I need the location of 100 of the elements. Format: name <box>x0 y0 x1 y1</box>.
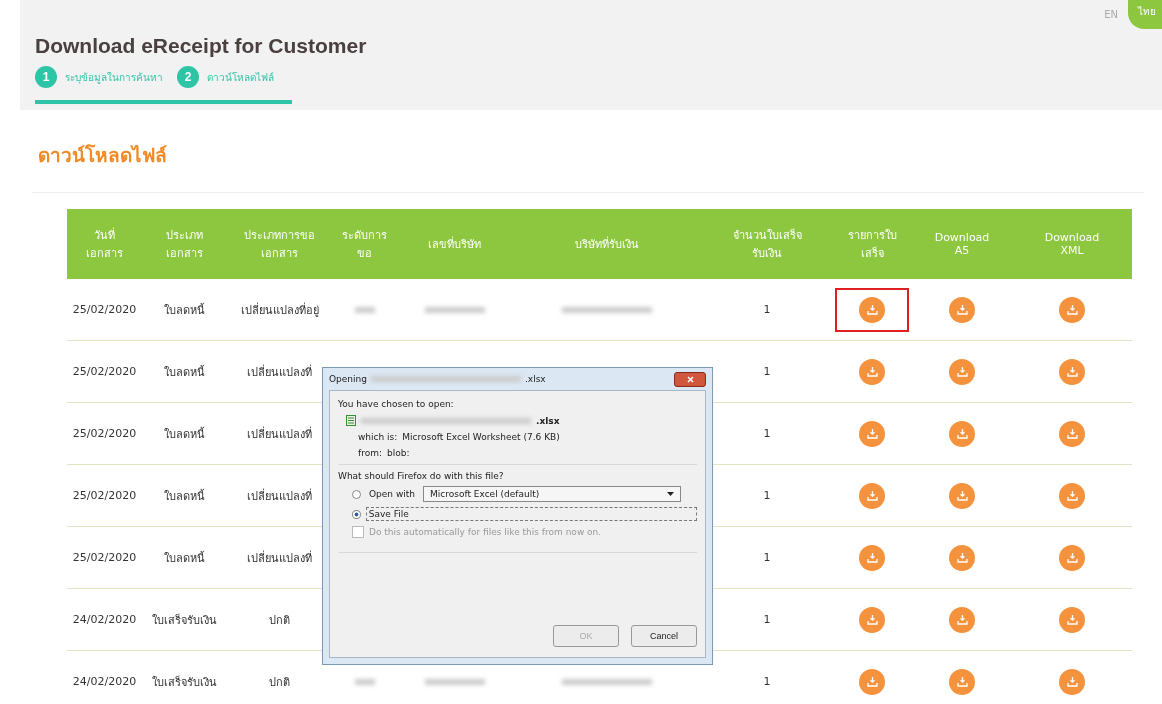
source-value: blob: <box>387 448 410 458</box>
dropdown-caret-icon <box>667 492 674 496</box>
table-cell: เปลี่ยนแปลงที่อยู่ <box>240 303 319 317</box>
download-icon <box>1066 428 1078 439</box>
column-header: Download A5 <box>912 209 1012 279</box>
table-cell: 1 <box>763 551 771 564</box>
step-label: ระบุข้อมูลในการค้นหา <box>65 70 163 85</box>
download-icon <box>956 428 968 439</box>
table-cell: 24/02/2020 <box>72 613 137 626</box>
download-icon <box>866 676 878 687</box>
download-icon <box>866 490 878 501</box>
file-type: Microsoft Excel Worksheet (7.6 KB) <box>402 432 560 442</box>
download-button[interactable] <box>1059 482 1085 509</box>
column-header: รายการใบ เสร็จ <box>832 209 912 279</box>
dialog-text: You have chosen to open: <box>338 399 455 409</box>
radio-label[interactable]: Save File <box>365 507 697 521</box>
download-icon <box>866 304 878 315</box>
redacted-text <box>424 679 485 685</box>
download-button[interactable] <box>859 420 885 447</box>
download-icon <box>866 366 878 377</box>
table-cell: 25/02/2020 <box>72 303 137 316</box>
download-button[interactable] <box>949 358 975 385</box>
download-button[interactable] <box>859 668 885 695</box>
download-button[interactable] <box>1059 544 1085 571</box>
table-cell: เปลี่ยนแปลงที่ <box>247 365 312 379</box>
radio-label[interactable]: Open with <box>366 487 418 501</box>
download-button[interactable] <box>949 668 975 695</box>
table-cell: ใบลดหนี้ <box>164 303 205 317</box>
download-button[interactable] <box>949 544 975 571</box>
table-cell: 25/02/2020 <box>72 427 137 440</box>
download-button[interactable] <box>859 606 885 633</box>
close-button[interactable] <box>674 371 706 387</box>
download-icon <box>956 676 968 687</box>
table-cell: 1 <box>763 427 771 440</box>
download-icon <box>1066 614 1078 625</box>
table-cell: เปลี่ยนแปลงที่ <box>247 551 312 565</box>
table-cell: 1 <box>763 303 771 316</box>
redacted-text <box>354 307 375 313</box>
table-cell: 1 <box>763 613 771 626</box>
download-button[interactable] <box>859 358 885 385</box>
column-header: ประเภท เอกสาร <box>142 209 227 279</box>
download-icon <box>1066 490 1078 501</box>
app-dropdown[interactable]: Microsoft Excel (default) <box>423 486 681 502</box>
download-button[interactable] <box>859 544 885 571</box>
step-number: 2 <box>177 66 199 88</box>
table-cell: 25/02/2020 <box>72 551 137 564</box>
table-cell: 1 <box>763 489 771 502</box>
table-cell: ใบลดหนี้ <box>164 489 205 503</box>
table-cell: ปกติ <box>269 675 290 689</box>
column-header: วันที่ เอกสาร <box>67 209 142 279</box>
spreadsheet-file-icon <box>346 415 356 426</box>
download-icon <box>866 552 878 563</box>
download-icon <box>1066 676 1078 687</box>
dialog-question: What should Firefox do with this file? <box>338 471 505 481</box>
download-button[interactable] <box>1059 668 1085 695</box>
download-icon <box>956 552 968 563</box>
download-button[interactable] <box>1059 606 1085 633</box>
table-cell: 25/02/2020 <box>72 489 137 502</box>
download-button[interactable] <box>949 606 975 633</box>
download-icon <box>956 614 968 625</box>
column-header: จำนวนใบเสร็จ รับเงิน <box>702 209 832 279</box>
download-button[interactable] <box>1059 420 1085 447</box>
column-header: บริษัทที่รับเงิน <box>512 209 702 279</box>
table-cell: 25/02/2020 <box>72 365 137 378</box>
download-button[interactable] <box>859 296 885 323</box>
table-cell: 1 <box>763 365 771 378</box>
close-icon <box>686 375 694 383</box>
page-title: Download eReceipt for Customer <box>35 34 368 58</box>
dialog-button[interactable]: Cancel <box>631 625 697 647</box>
checkbox-label: Do this automatically for files like this from now on. <box>369 527 602 537</box>
download-icon <box>866 428 878 439</box>
column-header: ประเภทการขอ เอกสาร <box>227 209 332 279</box>
download-icon <box>866 614 878 625</box>
download-button[interactable] <box>1059 296 1085 323</box>
download-icon <box>956 366 968 377</box>
download-button[interactable] <box>949 420 975 447</box>
download-button[interactable] <box>1059 358 1085 385</box>
table-cell: ใบเสร็จรับเงิน <box>152 613 217 627</box>
radio-button[interactable] <box>352 489 361 499</box>
step-label: ดาวน์โหลดไฟล์ <box>207 70 274 85</box>
radio-button[interactable] <box>352 509 361 519</box>
table-cell: ใบลดหนี้ <box>164 427 205 441</box>
source-label: from: <box>358 448 382 458</box>
table-cell: ใบลดหนี้ <box>164 551 205 565</box>
column-header: เลขที่บริษัท <box>397 209 512 279</box>
download-icon <box>1066 304 1078 315</box>
table-cell: 1 <box>763 675 771 688</box>
column-header: Download XML <box>1012 209 1132 279</box>
dialog-title: Opening <box>329 374 367 384</box>
download-button[interactable] <box>949 482 975 509</box>
file-name: .xlsx <box>536 415 560 426</box>
download-button[interactable] <box>949 296 975 323</box>
download-button[interactable] <box>859 482 885 509</box>
download-icon <box>1066 552 1078 563</box>
redacted-text <box>424 307 485 313</box>
download-icon <box>1066 366 1078 377</box>
file-type-label: which is: <box>358 432 398 442</box>
table-cell: ใบเสร็จรับเงิน <box>152 675 217 689</box>
redacted-text <box>354 679 375 685</box>
section-title: ดาวน์โหลดไฟล์ <box>32 140 1144 193</box>
